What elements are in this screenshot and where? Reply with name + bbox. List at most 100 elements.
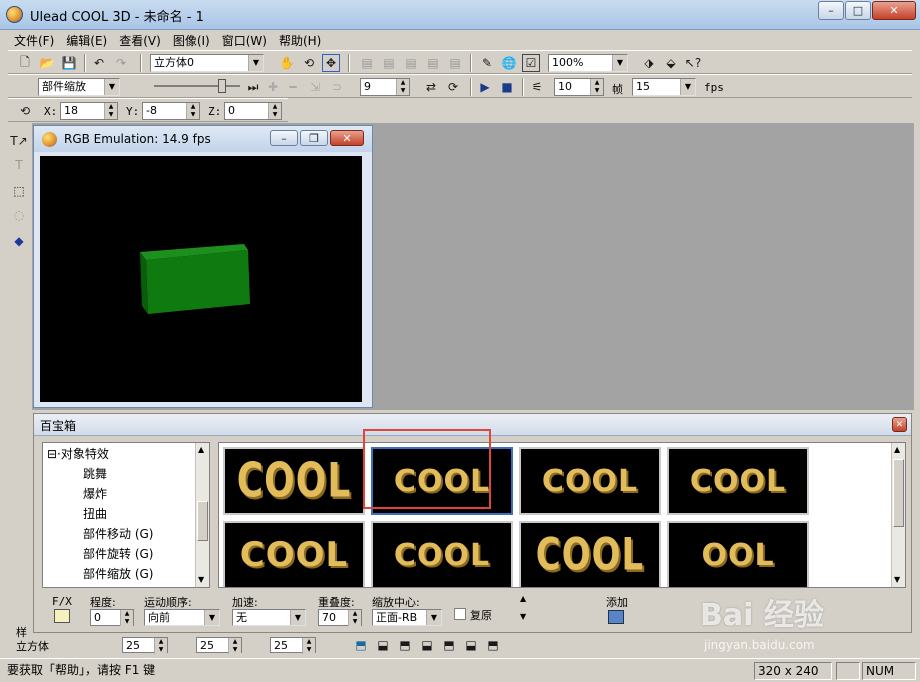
bevel-icon-2[interactable]: ⬓ xyxy=(374,636,392,654)
loop-icon[interactable]: ⇄ xyxy=(422,78,440,96)
stop-icon[interactable]: ■ xyxy=(498,78,516,96)
play-icon[interactable]: ▶ xyxy=(476,78,494,96)
add-effect-icon[interactable] xyxy=(608,610,624,624)
bevel-icon-4[interactable]: ⬓ xyxy=(418,636,436,654)
menu-file[interactable]: 文件(F) xyxy=(8,32,60,49)
timeline-thumb[interactable] xyxy=(218,79,226,93)
tree-root-object-effects[interactable]: ⊟·对象特效 xyxy=(47,445,109,462)
globe-icon[interactable]: 🌐 xyxy=(500,54,518,72)
tree-scrollbar[interactable]: ▲ ▼ xyxy=(195,443,209,587)
tree-item[interactable]: 爆炸 xyxy=(83,485,107,502)
accel-combo[interactable]: 无 ▼ xyxy=(232,609,306,626)
scroll-down-icon[interactable]: ▼ xyxy=(198,575,204,584)
context-help-icon[interactable]: ↖? xyxy=(684,54,702,72)
paint-icon[interactable]: ✎ xyxy=(478,54,496,72)
z-spin[interactable]: 0 ▲ ▼ xyxy=(224,102,282,120)
smooth-icon[interactable]: ⊃ xyxy=(328,78,346,96)
gallery-scroll-down-icon[interactable]: ▼ xyxy=(894,575,900,584)
frame-spin[interactable]: 9 ▲ ▼ xyxy=(360,78,410,96)
fx-icon[interactable] xyxy=(54,609,70,623)
bevel-icon-7[interactable]: ⬒ xyxy=(484,636,502,654)
effect-thumbnail[interactable]: COOL xyxy=(371,521,513,587)
render-canvas[interactable] xyxy=(40,156,362,402)
edit-text-icon[interactable]: T xyxy=(10,156,28,174)
tree-item[interactable]: 跳舞 xyxy=(83,465,107,482)
x-spin[interactable]: 18 ▲ ▼ xyxy=(60,102,118,120)
refresh-icon[interactable]: ⟳ xyxy=(444,78,462,96)
tree-item[interactable]: 部件移动 (G) xyxy=(83,525,153,542)
menu-image[interactable]: 图像(I) xyxy=(167,32,216,49)
open-folder-icon[interactable]: 📂 xyxy=(38,54,56,72)
gallery-scroll-thumb[interactable] xyxy=(893,459,904,527)
tree-scroll-thumb[interactable] xyxy=(197,501,208,541)
bevel-icon-1[interactable]: ⬒ xyxy=(352,636,370,654)
effect-thumbnail[interactable]: COOL xyxy=(223,447,365,515)
check-icon[interactable]: ☑ xyxy=(522,54,540,72)
remove-frame-icon[interactable]: ━ xyxy=(284,78,302,96)
redo-icon[interactable]: ↷ xyxy=(112,54,130,72)
bevel-spin-1[interactable]: 25 ▲ ▼ xyxy=(122,637,168,654)
insert-text-icon[interactable]: T↗ xyxy=(10,132,28,150)
easy-palette-close-button[interactable]: ✕ xyxy=(892,417,907,432)
gallery-scrollbar[interactable]: ▲ ▼ xyxy=(891,443,905,587)
align-icon-5[interactable]: ▤ xyxy=(446,54,464,72)
fps-combo[interactable]: 15 ▼ xyxy=(632,78,696,96)
minimize-button[interactable]: – xyxy=(818,1,844,20)
rgb-close-button[interactable]: ✕ xyxy=(330,130,364,146)
edit-object-icon[interactable]: ◌ xyxy=(10,206,28,224)
align-icon-4[interactable]: ▤ xyxy=(424,54,442,72)
rotate-object-icon[interactable]: ⟲ xyxy=(300,54,318,72)
menu-window[interactable]: 窗口(W) xyxy=(216,32,273,49)
bevel-spin-2[interactable]: 25 ▲ ▼ xyxy=(196,637,242,654)
total-frames-spin[interactable]: 10 ▲ ▼ xyxy=(554,78,604,96)
overlap-spin[interactable]: 70 ▲ ▼ xyxy=(318,609,362,626)
effect-thumbnail[interactable]: COOL xyxy=(667,447,809,515)
properties-icon[interactable]: ⚟ xyxy=(528,78,546,96)
tree-item-selected[interactable]: 部件缩放 (G) xyxy=(83,565,153,582)
bevel-icon-3[interactable]: ⬒ xyxy=(396,636,414,654)
align-icon-3[interactable]: ▤ xyxy=(402,54,420,72)
undo-icon[interactable]: ↶ xyxy=(90,54,108,72)
effect-thumbnail[interactable]: OOL xyxy=(667,521,809,587)
gallery-scroll-up-icon[interactable]: ▲ xyxy=(894,445,900,454)
insert-object-icon[interactable]: ⬚ xyxy=(10,182,28,200)
bevel-spin-3[interactable]: 25 ▲ ▼ xyxy=(270,637,316,654)
hand-icon[interactable]: ✋ xyxy=(278,54,296,72)
menu-help[interactable]: 帮助(H) xyxy=(273,32,327,49)
bevel-icon-6[interactable]: ⬓ xyxy=(462,636,480,654)
web-export-icon[interactable]: ⬗ xyxy=(640,54,658,72)
align-icon-2[interactable]: ▤ xyxy=(380,54,398,72)
size-object-icon[interactable]: ✥ xyxy=(322,54,340,72)
y-spin[interactable]: -8 ▲ ▼ xyxy=(142,102,200,120)
tree-item[interactable]: 部件旋转 (G) xyxy=(83,545,153,562)
center-combo[interactable]: 正面-RB ▼ xyxy=(372,609,442,626)
maximize-button[interactable]: □ xyxy=(845,1,871,20)
close-button[interactable]: ✕ xyxy=(872,1,916,20)
effect-combo[interactable]: 部件缩放 ▼ xyxy=(38,78,120,96)
props-scroll-up-icon[interactable]: ▲ xyxy=(520,594,526,603)
restore-checkbox[interactable] xyxy=(454,608,466,620)
degree-spin[interactable]: 0 ▲ ▼ xyxy=(90,609,134,626)
object-combo[interactable]: 立方体0 ▼ xyxy=(150,54,264,72)
menu-edit[interactable]: 编辑(E) xyxy=(60,32,113,49)
save-icon[interactable]: 💾 xyxy=(60,54,78,72)
output-icon[interactable]: ⬙ xyxy=(662,54,680,72)
add-frame-icon[interactable]: ✚ xyxy=(264,78,282,96)
effect-thumbnail[interactable]: COOL xyxy=(519,521,661,587)
insert-geometry-icon[interactable]: ◆ xyxy=(10,232,28,250)
menu-view[interactable]: 查看(V) xyxy=(113,32,167,49)
scroll-up-icon[interactable]: ▲ xyxy=(198,445,204,454)
last-frame-icon[interactable]: ⏭ xyxy=(244,78,262,96)
reverse-icon[interactable]: ⇲ xyxy=(306,78,324,96)
align-icon-1[interactable]: ▤ xyxy=(358,54,376,72)
effect-thumbnail[interactable]: COOL xyxy=(519,447,661,515)
bevel-icon-5[interactable]: ⬒ xyxy=(440,636,458,654)
timeline-slider[interactable] xyxy=(154,85,240,87)
position-icon[interactable]: ⟲ xyxy=(16,102,34,120)
tree-item[interactable]: 扭曲 xyxy=(83,505,107,522)
order-combo[interactable]: 向前 ▼ xyxy=(144,609,220,626)
rgb-minimize-button[interactable]: – xyxy=(270,130,298,146)
effect-thumbnail[interactable]: COOL xyxy=(223,521,365,587)
props-scroll-down-icon[interactable]: ▼ xyxy=(520,612,526,621)
rgb-restore-button[interactable]: ❐ xyxy=(300,130,328,146)
